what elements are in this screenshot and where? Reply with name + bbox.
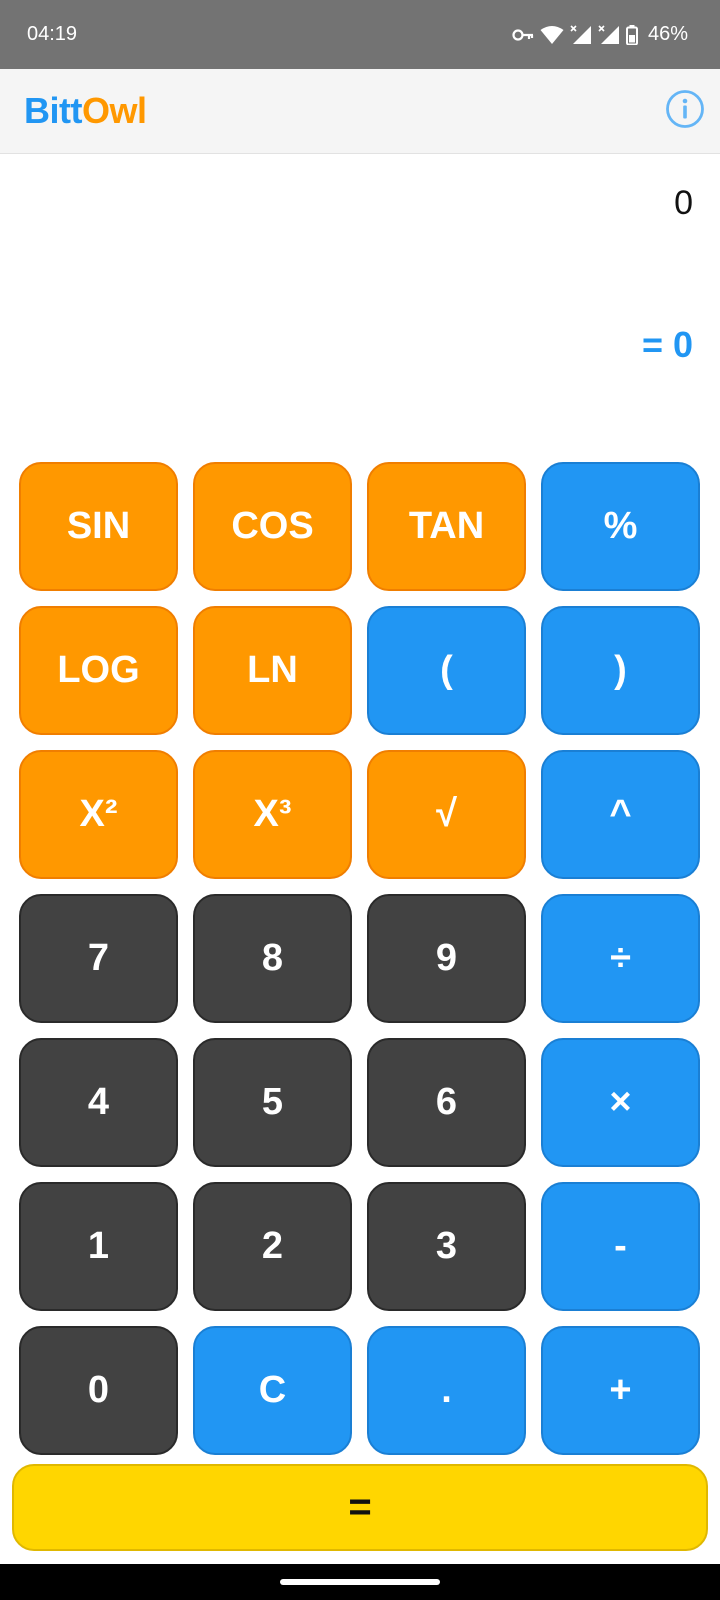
- digit-8-button[interactable]: 8: [193, 894, 352, 1023]
- status-icons: 46%: [512, 23, 688, 46]
- decimal-button[interactable]: .: [367, 1326, 526, 1455]
- digit-3-button[interactable]: 3: [367, 1182, 526, 1311]
- battery-icon: [625, 24, 638, 45]
- plus-button[interactable]: +: [541, 1326, 700, 1455]
- log-button[interactable]: LOG: [19, 606, 178, 735]
- cube-button[interactable]: X³: [193, 750, 352, 879]
- sqrt-button[interactable]: √: [367, 750, 526, 879]
- ln-button[interactable]: LN: [193, 606, 352, 735]
- digit-7-button[interactable]: 7: [19, 894, 178, 1023]
- clear-button[interactable]: C: [193, 1326, 352, 1455]
- app-logo: BittOwl: [24, 90, 147, 132]
- logo-text-owl: Owl: [81, 90, 147, 131]
- calculator-display: 0 = 0: [0, 154, 720, 454]
- minus-button[interactable]: -: [541, 1182, 700, 1311]
- multiply-button[interactable]: ×: [541, 1038, 700, 1167]
- app-bar: BittOwl: [0, 69, 720, 154]
- digit-0-button[interactable]: 0: [19, 1326, 178, 1455]
- signal-icon: [598, 24, 620, 45]
- divide-button[interactable]: ÷: [541, 894, 700, 1023]
- digit-4-button[interactable]: 4: [19, 1038, 178, 1167]
- percent-button[interactable]: %: [541, 462, 700, 591]
- expression-display: 0: [674, 184, 693, 222]
- wifi-icon: [540, 25, 564, 45]
- info-icon: [665, 89, 705, 134]
- battery-percentage: 46%: [647, 23, 688, 45]
- digit-1-button[interactable]: 1: [19, 1182, 178, 1311]
- digit-6-button[interactable]: 6: [367, 1038, 526, 1167]
- navigation-bar: [0, 1564, 720, 1600]
- info-button[interactable]: [664, 89, 706, 134]
- vpn-key-icon: [512, 28, 534, 42]
- result-display: = 0: [641, 324, 693, 365]
- digit-5-button[interactable]: 5: [193, 1038, 352, 1167]
- signal-icon: [570, 24, 592, 45]
- square-button[interactable]: X²: [19, 750, 178, 879]
- equals-button[interactable]: =: [12, 1464, 708, 1551]
- digit-9-button[interactable]: 9: [367, 894, 526, 1023]
- status-time: 04:19: [27, 23, 78, 45]
- sin-button[interactable]: SIN: [19, 462, 178, 591]
- status-bar: 04:19 46%: [0, 0, 720, 69]
- close-paren-button[interactable]: ): [541, 606, 700, 735]
- digit-2-button[interactable]: 2: [193, 1182, 352, 1311]
- home-gesture-handle[interactable]: [280, 1579, 440, 1585]
- logo-text-bitt: Bitt: [24, 90, 82, 131]
- power-button[interactable]: ^: [541, 750, 700, 879]
- tan-button[interactable]: TAN: [367, 462, 526, 591]
- cos-button[interactable]: COS: [193, 462, 352, 591]
- open-paren-button[interactable]: (: [367, 606, 526, 735]
